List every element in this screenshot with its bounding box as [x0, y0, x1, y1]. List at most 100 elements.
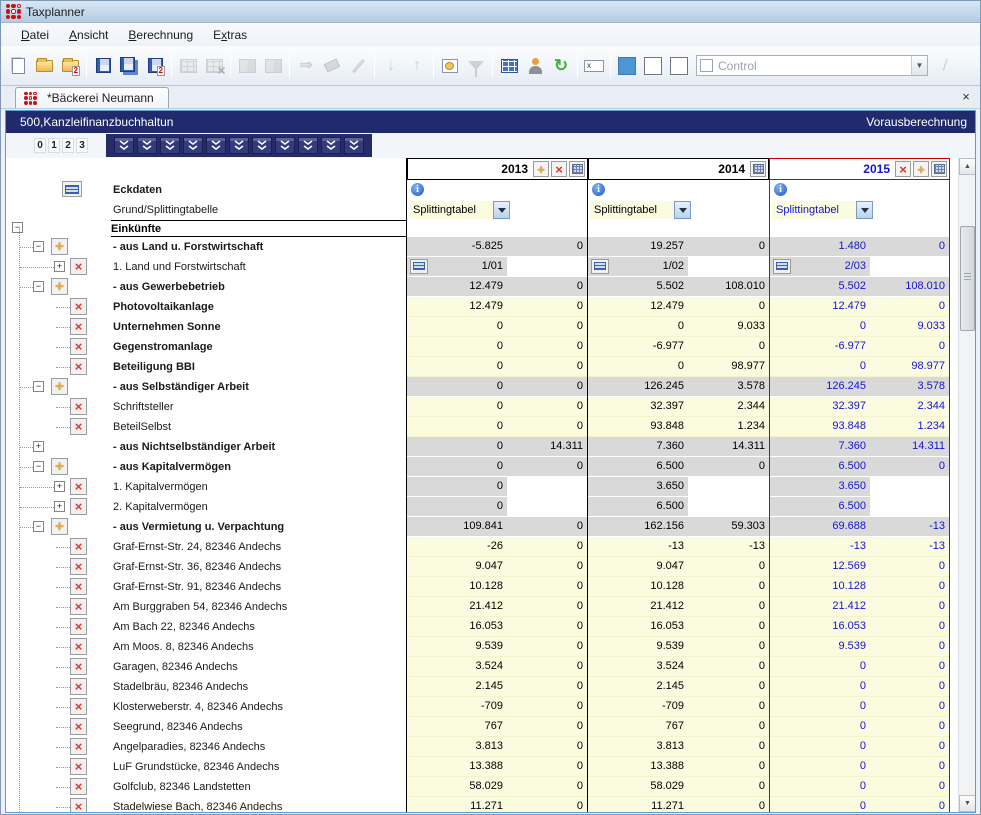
value-cell[interactable] [507, 497, 587, 517]
collapse-toggle[interactable]: − [12, 222, 23, 233]
level-digit-3[interactable]: 3 [76, 138, 88, 153]
row-label[interactable]: Gegenstromanlage [113, 337, 404, 357]
calendar-table-button[interactable] [496, 53, 522, 79]
value-cell[interactable]: 6.500 [588, 497, 688, 517]
value-cell[interactable]: 0 [870, 577, 949, 597]
calculator-button[interactable] [931, 161, 947, 177]
value-cell[interactable]: 6.500 [588, 457, 688, 477]
delete-item-button[interactable]: × [70, 498, 87, 515]
value-cell[interactable]: 0 [507, 617, 587, 637]
delete-item-button[interactable]: × [70, 638, 87, 655]
value-cell[interactable]: 0 [688, 657, 769, 677]
row-label[interactable]: - aus Land u. Forstwirtschaft [113, 237, 404, 257]
value-cell[interactable]: 0 [870, 457, 949, 477]
value-cell[interactable]: 0 [688, 617, 769, 637]
value-cell[interactable]: 0 [507, 537, 587, 557]
value-cell[interactable]: 0 [870, 657, 949, 677]
row-label[interactable]: 1. Kapitalvermögen [113, 477, 404, 497]
collapse-column-button[interactable] [298, 137, 318, 154]
value-cell[interactable]: 10.128 [588, 577, 688, 597]
value-cell[interactable]: 32.397 [588, 397, 688, 417]
value-cell[interactable]: -709 [588, 697, 688, 717]
value-cell[interactable]: 0 [507, 597, 587, 617]
value-cell[interactable]: 14.311 [688, 437, 769, 457]
value-cell[interactable]: 0 [870, 797, 949, 812]
year-header-2015[interactable]: 2015 [863, 162, 890, 176]
expand-toggle[interactable]: + [54, 481, 65, 492]
menu-item-berechnung[interactable]: Berechnung [118, 25, 203, 45]
value-cell[interactable]: 0 [688, 737, 769, 757]
preview-button[interactable] [437, 53, 463, 79]
save-button[interactable] [90, 53, 116, 79]
collapse-column-button[interactable] [344, 137, 364, 154]
value-cell[interactable]: 0 [507, 657, 587, 677]
new-document-button[interactable] [5, 53, 31, 79]
value-cell[interactable]: 11.271 [407, 797, 507, 812]
value-cell[interactable]: 0 [770, 797, 870, 812]
value-cell[interactable]: 109.841 [407, 517, 507, 537]
row-label[interactable]: - aus Kapitalvermögen [113, 457, 404, 477]
value-cell[interactable]: 0 [407, 357, 507, 377]
value-cell[interactable]: 162.156 [588, 517, 688, 537]
value-cell[interactable]: 0 [407, 477, 507, 497]
add-item-button[interactable]: + [51, 378, 68, 395]
value-cell[interactable]: 3.650 [770, 477, 870, 497]
value-cell[interactable]: -13 [870, 537, 949, 557]
value-cell[interactable]: 0 [688, 717, 769, 737]
collapse-column-button[interactable] [229, 137, 249, 154]
value-cell[interactable]: 98.977 [870, 357, 949, 377]
value-cell[interactable]: 59.303 [688, 517, 769, 537]
value-cell[interactable]: 767 [407, 717, 507, 737]
row-label[interactable]: - aus Vermietung u. Verpachtung [113, 517, 404, 537]
year-header-2014[interactable]: 2014 [718, 162, 745, 176]
row-label[interactable]: Angelparadies, 82346 Andechs [113, 737, 404, 757]
delete-item-button[interactable]: × [70, 618, 87, 635]
value-cell[interactable]: 6.500 [770, 497, 870, 517]
row-label[interactable]: Klosterweberstr. 4, 82346 Andechs [113, 697, 404, 717]
value-cell[interactable]: 14.311 [870, 437, 949, 457]
value-cell[interactable]: 12.479 [588, 297, 688, 317]
close-icon[interactable]: × [958, 89, 974, 104]
expand-toggle[interactable]: + [54, 501, 65, 512]
value-cell[interactable]: 3.650 [588, 477, 688, 497]
value-cell[interactable]: 0 [688, 597, 769, 617]
chevron-down-icon[interactable] [674, 201, 691, 219]
row-label[interactable]: Garagen, 82346 Andechs [113, 657, 404, 677]
info-icon[interactable]: i [411, 183, 424, 196]
value-cell[interactable]: 0 [507, 797, 587, 812]
row-label[interactable]: Am Bach 22, 82346 Andechs [113, 617, 404, 637]
delete-item-button[interactable]: × [70, 258, 87, 275]
value-cell[interactable]: -13 [870, 517, 949, 537]
open-file-button[interactable] [31, 53, 57, 79]
value-cell[interactable]: 7.360 [588, 437, 688, 457]
delete-item-button[interactable]: × [70, 338, 87, 355]
value-cell[interactable]: 126.245 [588, 377, 688, 397]
collapse-column-button[interactable] [114, 137, 134, 154]
splitting-table-dropdown[interactable]: Splittingtabel [409, 201, 510, 219]
row-label[interactable]: Stadelbräu, 82346 Andechs [113, 677, 404, 697]
value-cell[interactable]: 21.412 [588, 597, 688, 617]
value-cell[interactable] [688, 257, 769, 277]
value-cell[interactable]: 9.033 [688, 317, 769, 337]
delete-item-button[interactable]: × [70, 738, 87, 755]
value-cell[interactable]: 0 [507, 757, 587, 777]
add-item-button[interactable]: + [51, 518, 68, 535]
delete-item-button[interactable]: × [70, 478, 87, 495]
value-cell[interactable]: 0 [507, 697, 587, 717]
value-cell[interactable]: 0 [688, 337, 769, 357]
value-cell[interactable]: 0 [688, 557, 769, 577]
value-cell[interactable]: 0 [407, 317, 507, 337]
delete-item-button[interactable]: × [70, 578, 87, 595]
level-digit-2[interactable]: 2 [62, 138, 74, 153]
value-cell[interactable]: 3.578 [688, 377, 769, 397]
value-cell[interactable]: 16.053 [407, 617, 507, 637]
value-cell[interactable]: 0 [688, 237, 769, 257]
value-cell[interactable]: 13.388 [588, 757, 688, 777]
value-cell[interactable]: 19.257 [588, 237, 688, 257]
value-cell[interactable]: 0 [507, 637, 587, 657]
value-cell[interactable]: 58.029 [407, 777, 507, 797]
row-label[interactable]: Photovoltaikanlage [113, 297, 404, 317]
delete-item-button[interactable]: × [70, 418, 87, 435]
value-cell[interactable]: 10.128 [407, 577, 507, 597]
expand-toggle[interactable]: + [33, 441, 44, 452]
